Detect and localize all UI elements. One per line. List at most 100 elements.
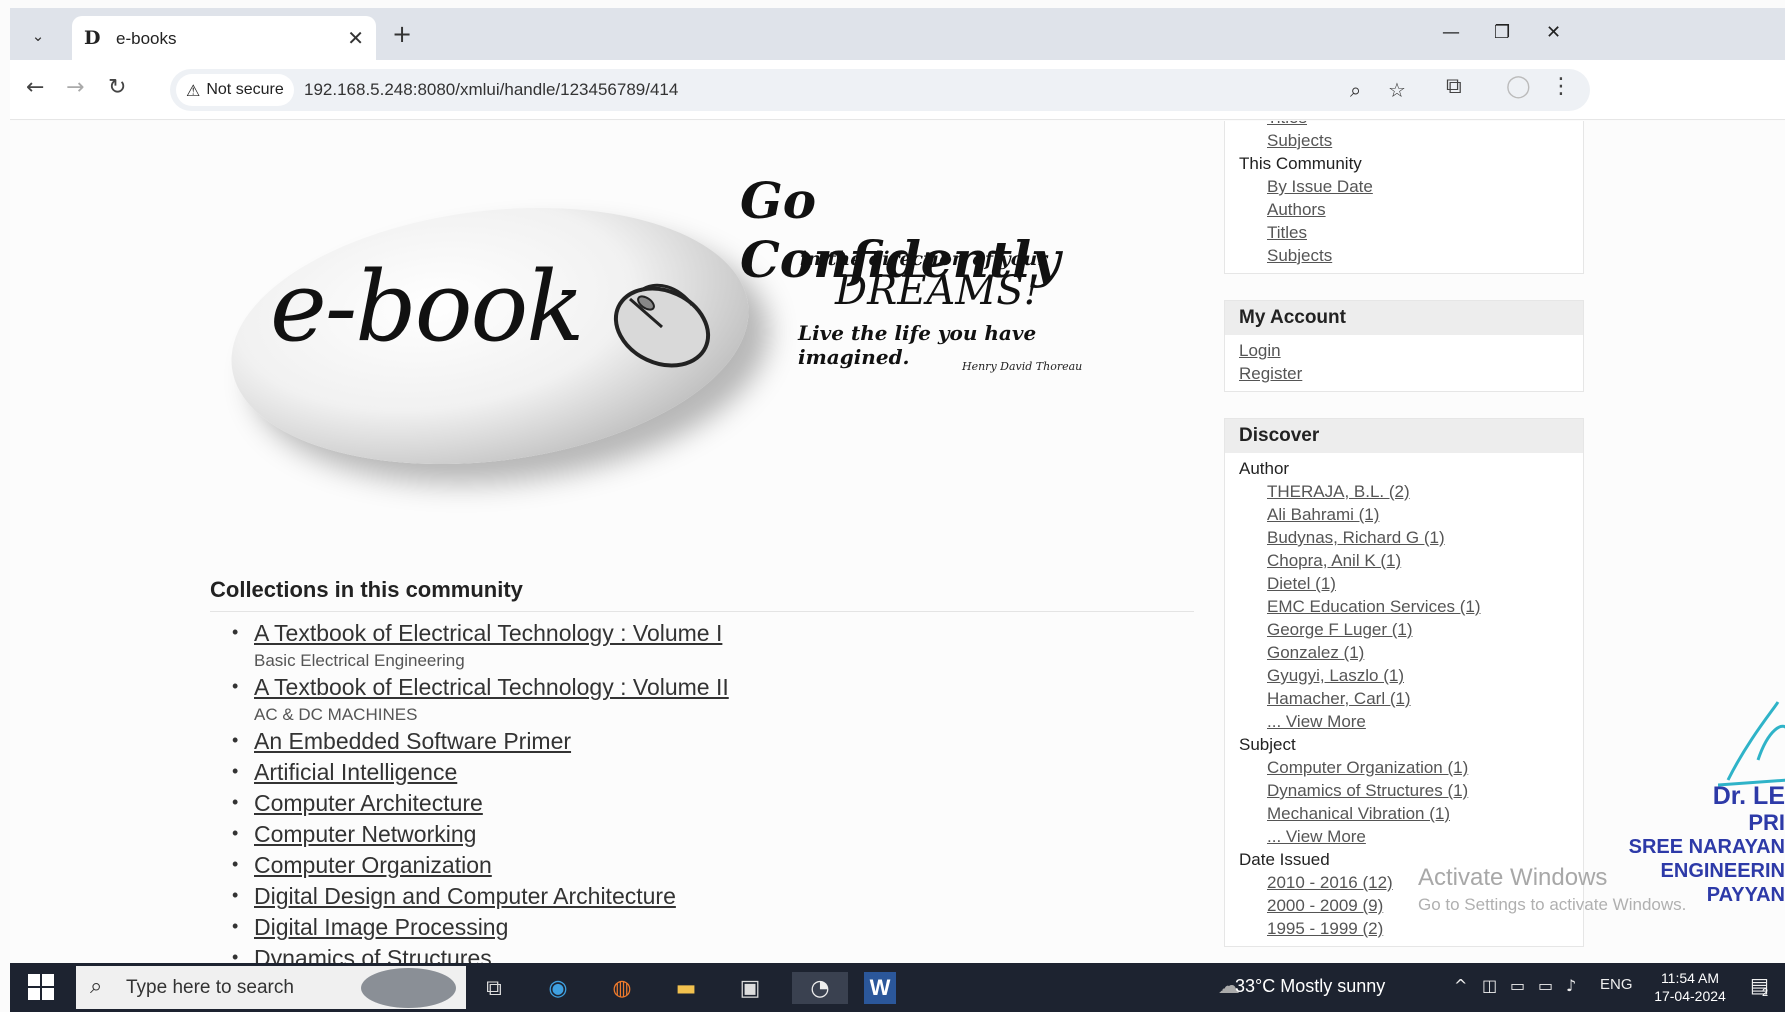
- volume-icon[interactable]: ♪: [1566, 976, 1576, 995]
- show-hidden-icons-chevron-icon[interactable]: ^: [1454, 976, 1467, 995]
- subject-facet-link[interactable]: Mechanical Vibration (1): [1239, 802, 1569, 825]
- search-icon: ⌕: [90, 974, 103, 999]
- address-bar[interactable]: ⚠ Not secure 192.168.5.248:8080/xmlui/ha…: [170, 69, 1590, 111]
- taskbar-search-box[interactable]: ⌕ Type here to search: [76, 966, 466, 1009]
- extensions-puzzle-icon[interactable]: ⧉: [1446, 76, 1462, 98]
- date-facet-link[interactable]: 1995 - 1999 (2): [1239, 917, 1569, 940]
- meet-now-icon[interactable]: ◫: [1482, 976, 1497, 995]
- network-icon[interactable]: ▭: [1510, 976, 1525, 995]
- profile-avatar-icon[interactable]: ◯: [1506, 76, 1531, 98]
- tab-ebooks[interactable]: D e-books ✕: [72, 16, 376, 60]
- notification-count: 2: [1762, 987, 1769, 999]
- ebook-banner: e-book Go Confidently in the direction o…: [210, 141, 1110, 571]
- forward-arrow-icon[interactable]: →: [66, 77, 84, 99]
- author-facet-link[interactable]: George F Luger (1): [1239, 618, 1569, 641]
- my-account-heading: My Account: [1225, 301, 1583, 335]
- collection-link[interactable]: Computer Organization: [254, 850, 492, 881]
- collection-subtitle: AC & DC MACHINES: [254, 705, 418, 724]
- discover-heading: Discover: [1225, 419, 1583, 453]
- browse-subjects-link[interactable]: Subjects: [1239, 129, 1569, 152]
- login-link[interactable]: Login: [1239, 339, 1569, 362]
- community-by-issue-date-link[interactable]: By Issue Date: [1239, 175, 1569, 198]
- author-facet-link[interactable]: Gonzalez (1): [1239, 641, 1569, 664]
- list-item: An Embedded Software Primer: [210, 726, 1194, 757]
- collection-link[interactable]: A Textbook of Electrical Technology : Vo…: [254, 618, 722, 649]
- taskbar-search-placeholder: Type here to search: [126, 977, 294, 998]
- stamp-line-3: SREE NARAYAN: [1628, 836, 1785, 858]
- tab-close-icon[interactable]: ✕: [347, 26, 364, 50]
- subject-facet-label: Subject: [1239, 735, 1296, 754]
- quote-line-2: in the direction of your: [800, 248, 1048, 270]
- collection-link[interactable]: A Textbook of Electrical Technology : Vo…: [254, 672, 729, 703]
- collections-heading: Collections in this community: [210, 577, 1194, 612]
- window-close-icon[interactable]: ✕: [1546, 22, 1561, 43]
- author-facet-link[interactable]: Gyugyi, Laszlo (1): [1239, 664, 1569, 687]
- file-explorer-icon[interactable]: ▬: [670, 972, 702, 1004]
- display-icon[interactable]: ▭: [1538, 976, 1553, 995]
- my-account-box: My Account Login Register: [1224, 300, 1584, 392]
- subjects-view-more-link[interactable]: ... View More: [1239, 825, 1569, 848]
- list-item: Digital Design and Computer Architecture: [210, 881, 1194, 912]
- browse-titles-link[interactable]: Titles: [1239, 121, 1569, 129]
- register-link[interactable]: Register: [1239, 362, 1569, 385]
- reload-icon[interactable]: ↻: [108, 77, 126, 99]
- community-titles-link[interactable]: Titles: [1239, 221, 1569, 244]
- this-community-label: This Community: [1239, 154, 1362, 173]
- list-item: A Textbook of Electrical Technology : Vo…: [210, 618, 1194, 672]
- author-facet-link[interactable]: Ali Bahrami (1): [1239, 503, 1569, 526]
- firefox-icon[interactable]: ◍: [606, 972, 638, 1004]
- list-item: Dynamics of Structures: [210, 943, 1194, 963]
- collection-link[interactable]: Dynamics of Structures: [254, 943, 492, 963]
- author-facet-link[interactable]: Chopra, Anil K (1): [1239, 549, 1569, 572]
- clock-time: 11:54 AM: [1660, 970, 1720, 986]
- chrome-icon[interactable]: ◔: [792, 972, 848, 1004]
- community-subjects-link[interactable]: Subjects: [1239, 244, 1569, 267]
- list-item: Computer Networking: [210, 819, 1194, 850]
- collection-link[interactable]: Artificial Intelligence: [254, 757, 457, 788]
- author-facet-link[interactable]: Budynas, Richard G (1): [1239, 526, 1569, 549]
- list-item: Digital Image Processing: [210, 912, 1194, 943]
- tab-search-chevron-icon[interactable]: ⌄: [24, 22, 52, 50]
- collection-link[interactable]: Computer Networking: [254, 819, 476, 850]
- site-info-chip[interactable]: ⚠ Not secure: [176, 74, 294, 106]
- collection-subtitle: Basic Electrical Engineering: [254, 651, 465, 670]
- collection-link[interactable]: Computer Architecture: [254, 788, 483, 819]
- task-view-icon[interactable]: ⧉: [478, 972, 510, 1004]
- new-tab-plus-icon[interactable]: +: [392, 22, 412, 46]
- clock[interactable]: 11:54 AM 17-04-2024: [1650, 969, 1730, 1005]
- zoom-icon[interactable]: ⌕: [1350, 78, 1361, 102]
- weather-text[interactable]: 33°C Mostly sunny: [1235, 976, 1385, 997]
- author-facet-link[interactable]: Dietel (1): [1239, 572, 1569, 595]
- collection-link[interactable]: Digital Image Processing: [254, 912, 508, 943]
- menu-kebab-icon[interactable]: ⋮: [1550, 76, 1572, 98]
- activate-windows-title: Activate Windows: [1418, 864, 1608, 891]
- authors-view-more-link[interactable]: ... View More: [1239, 710, 1569, 733]
- edge-browser-icon[interactable]: ◉: [542, 972, 574, 1004]
- word-icon[interactable]: W: [864, 972, 896, 1004]
- signature-mark: [1718, 701, 1785, 787]
- collections-list: A Textbook of Electrical Technology : Vo…: [210, 618, 1194, 963]
- url-text[interactable]: 192.168.5.248:8080/xmlui/handle/12345678…: [304, 80, 678, 100]
- author-facet-link[interactable]: Hamacher, Carl (1): [1239, 687, 1569, 710]
- subject-facet-link[interactable]: Computer Organization (1): [1239, 756, 1569, 779]
- collection-link[interactable]: Digital Design and Computer Architecture: [254, 881, 676, 912]
- author-facet-link[interactable]: THERAJA, B.L. (2): [1239, 480, 1569, 503]
- collection-link[interactable]: An Embedded Software Primer: [254, 726, 571, 757]
- minimize-icon[interactable]: —: [1442, 22, 1460, 43]
- windows-start-icon[interactable]: [28, 974, 54, 1000]
- community-authors-link[interactable]: Authors: [1239, 198, 1569, 221]
- principal-stamp: Dr. LE PRI SREE NARAYAN ENGINEERIN PAYYA…: [1600, 700, 1785, 920]
- restore-icon[interactable]: ❐: [1494, 22, 1510, 43]
- author-facet-label: Author: [1239, 459, 1290, 478]
- page-content: e-book Go Confidently in the direction o…: [10, 121, 1785, 963]
- tab-title: e-books: [116, 29, 177, 48]
- back-arrow-icon[interactable]: ←: [26, 77, 44, 99]
- language-indicator[interactable]: ENG: [1600, 976, 1633, 993]
- microsoft-store-icon[interactable]: ▣: [734, 972, 766, 1004]
- collections-section: Collections in this community A Textbook…: [210, 577, 1194, 963]
- author-facet-link[interactable]: EMC Education Services (1): [1239, 595, 1569, 618]
- favicon: D: [84, 27, 101, 49]
- subject-facet-link[interactable]: Dynamics of Structures (1): [1239, 779, 1569, 802]
- bookmark-star-icon[interactable]: ☆: [1388, 78, 1406, 102]
- not-secure-label: Not secure: [206, 81, 284, 98]
